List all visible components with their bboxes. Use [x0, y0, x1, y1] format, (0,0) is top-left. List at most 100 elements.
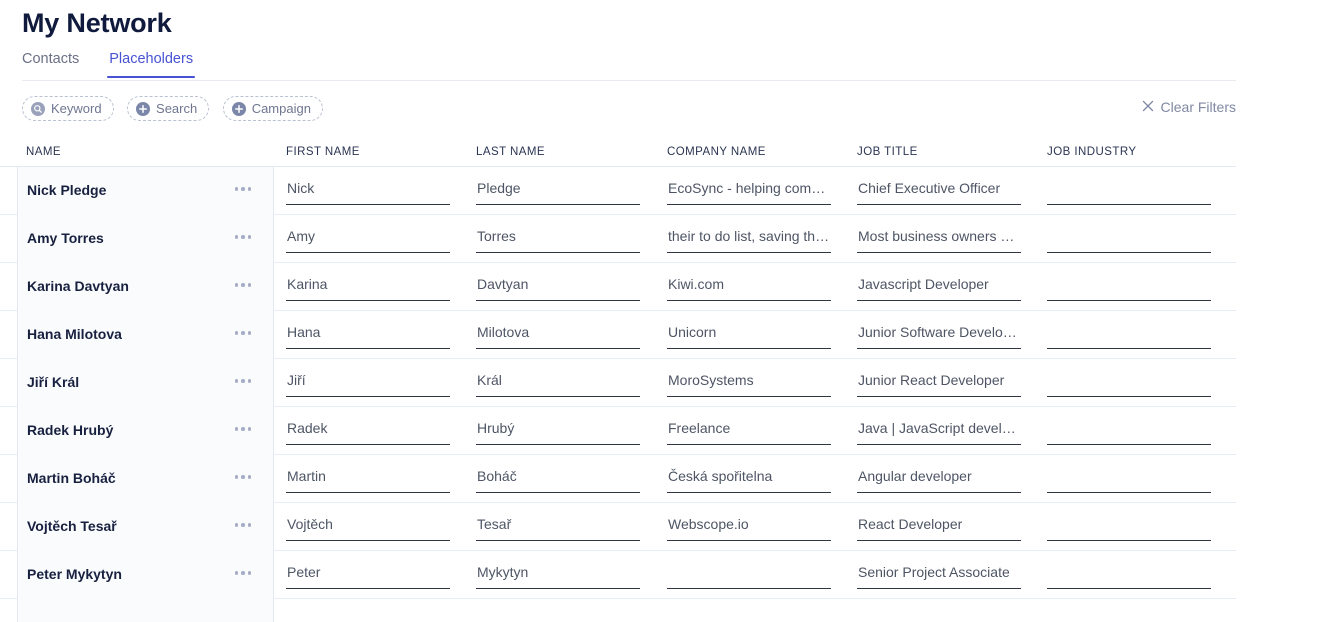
job-title-input[interactable]: Junior Software Developer — [857, 323, 1021, 349]
row-more-options-icon[interactable] — [234, 331, 251, 335]
row-more-options-icon[interactable] — [234, 283, 251, 287]
filter-chip-search[interactable]: Search — [127, 96, 210, 121]
job-title-input[interactable]: Senior Project Associate — [857, 563, 1021, 589]
row-more-options-icon[interactable] — [234, 427, 251, 431]
job-industry-input[interactable] — [1047, 371, 1211, 397]
filter-chip-campaign[interactable]: Campaign — [222, 96, 323, 121]
company-name-input[interactable] — [667, 563, 831, 589]
job-title-value: Chief Executive Officer — [858, 180, 1001, 196]
column-header-job-title[interactable]: JOB TITLE — [857, 146, 918, 158]
company-name-value: their to do list, saving th… — [668, 228, 830, 244]
company-name-input[interactable]: Freelance — [667, 419, 831, 445]
first-name-value: Jiří — [287, 372, 306, 388]
first-name-input[interactable]: Jiří — [286, 371, 450, 397]
job-industry-input[interactable] — [1047, 563, 1211, 589]
row-more-options-icon[interactable] — [234, 475, 251, 479]
table-row: Nick Pledge Nick Pledge EcoSync - helping c… — [0, 167, 1236, 215]
last-name-input[interactable]: Boháč — [476, 467, 640, 493]
company-name-input[interactable]: Webscope.io — [667, 515, 831, 541]
column-header-name[interactable]: NAME — [26, 146, 61, 158]
last-name-input[interactable]: Pledge — [476, 179, 640, 205]
job-title-input[interactable]: Angular developer — [857, 467, 1021, 493]
job-title-input[interactable]: Java | JavaScript developer — [857, 419, 1021, 445]
last-name-input[interactable]: Davtyan — [476, 275, 640, 301]
table-row: Martin Boháč Martin Boháč Česká spořitelna A… — [0, 455, 1236, 503]
column-header-last-name[interactable]: LAST NAME — [476, 146, 545, 158]
job-industry-input[interactable] — [1047, 227, 1211, 253]
contact-name: Jiří Král — [27, 374, 80, 390]
first-name-input[interactable]: Hana — [286, 323, 450, 349]
column-header-first-name[interactable]: FIRST NAME — [286, 146, 360, 158]
filter-chip-campaign-label: Campaign — [251, 101, 311, 116]
last-name-input[interactable]: Milotova — [476, 323, 640, 349]
table-row: Jiří Král Jiří Král MoroSystems Junior React… — [0, 359, 1236, 407]
last-name-value: Torres — [477, 228, 516, 244]
job-title-input[interactable]: Junior React Developer — [857, 371, 1021, 397]
search-circle-icon — [31, 101, 45, 116]
job-industry-input[interactable] — [1047, 179, 1211, 205]
name-cell: Hana Milotova — [17, 311, 274, 359]
first-name-value: Amy — [287, 228, 315, 244]
job-title-input[interactable]: Chief Executive Officer — [857, 179, 1021, 205]
company-name-input[interactable]: Unicorn — [667, 323, 831, 349]
name-cell: Vojtěch Tesař — [17, 503, 274, 551]
job-industry-input[interactable] — [1047, 323, 1211, 349]
filter-chip-keyword[interactable]: Keyword — [22, 96, 114, 121]
job-industry-input[interactable] — [1047, 419, 1211, 445]
company-name-input[interactable]: MoroSystems — [667, 371, 831, 397]
filter-bar: Keyword Search Campaign Clear Filters — [22, 96, 1236, 124]
job-title-input[interactable]: React Developer — [857, 515, 1021, 541]
last-name-input[interactable]: Mykytyn — [476, 563, 640, 589]
my-network-page: My Network Contacts Placeholders Keyword — [0, 0, 1323, 622]
table-row: Karina Davtyan Karina Davtyan Kiwi.com Javas… — [0, 263, 1236, 311]
name-cell: Radek Hrubý — [17, 407, 274, 455]
filter-chip-search-label: Search — [156, 101, 198, 116]
tab-contacts[interactable]: Contacts — [22, 50, 79, 78]
contact-name: Hana Milotova — [27, 326, 122, 342]
row-more-options-icon[interactable] — [234, 523, 251, 527]
first-name-input[interactable]: Amy — [286, 227, 450, 253]
row-more-options-icon[interactable] — [234, 571, 251, 575]
first-name-input[interactable]: Karina — [286, 275, 450, 301]
last-name-input[interactable]: Torres — [476, 227, 640, 253]
first-name-input[interactable]: Nick — [286, 179, 450, 205]
job-industry-input[interactable] — [1047, 515, 1211, 541]
job-title-input[interactable]: Most business owners str… — [857, 227, 1021, 253]
column-header-company-name[interactable]: COMPANY NAME — [667, 146, 766, 158]
tab-placeholders[interactable]: Placeholders — [107, 50, 195, 78]
column-header-job-industry[interactable]: JOB INDUSTRY — [1047, 146, 1137, 158]
first-name-input[interactable]: Radek — [286, 419, 450, 445]
tab-divider — [22, 80, 1236, 81]
last-name-value: Král — [477, 372, 502, 388]
company-name-value: Kiwi.com — [668, 276, 725, 292]
clear-filters-button[interactable]: Clear Filters — [1142, 99, 1236, 115]
name-cell: Peter Mykytyn — [17, 551, 274, 599]
job-industry-input[interactable] — [1047, 275, 1211, 301]
first-name-input[interactable]: Peter — [286, 563, 450, 589]
company-name-input[interactable]: Česká spořitelna — [667, 467, 831, 493]
row-more-options-icon[interactable] — [234, 235, 251, 239]
row-more-options-icon[interactable] — [234, 379, 251, 383]
first-name-value: Nick — [287, 180, 315, 196]
first-name-value: Vojtěch — [287, 516, 333, 532]
job-title-value: Senior Project Associate — [858, 564, 1010, 580]
first-name-input[interactable]: Vojtěch — [286, 515, 450, 541]
company-name-input[interactable]: their to do list, saving th… — [667, 227, 831, 253]
job-industry-input[interactable] — [1047, 467, 1211, 493]
page-title: My Network — [22, 8, 172, 38]
company-name-input[interactable]: EcoSync - helping comm… — [667, 179, 831, 205]
company-name-value: Freelance — [668, 420, 731, 436]
row-more-options-icon[interactable] — [234, 187, 251, 191]
job-title-input[interactable]: Javascript Developer — [857, 275, 1021, 301]
company-name-input[interactable]: Kiwi.com — [667, 275, 831, 301]
table-row: Amy Torres Amy Torres their to do list, sav… — [0, 215, 1236, 263]
first-name-value: Karina — [287, 276, 328, 292]
job-title-value: Javascript Developer — [858, 276, 989, 292]
last-name-input[interactable]: Král — [476, 371, 640, 397]
last-name-input[interactable]: Tesař — [476, 515, 640, 541]
last-name-input[interactable]: Hrubý — [476, 419, 640, 445]
name-cell: Martin Boháč — [17, 455, 274, 503]
table-row: Radek Hrubý Radek Hrubý Freelance Java | Jav… — [0, 407, 1236, 455]
first-name-input[interactable]: Martin — [286, 467, 450, 493]
first-name-value: Martin — [287, 468, 326, 484]
